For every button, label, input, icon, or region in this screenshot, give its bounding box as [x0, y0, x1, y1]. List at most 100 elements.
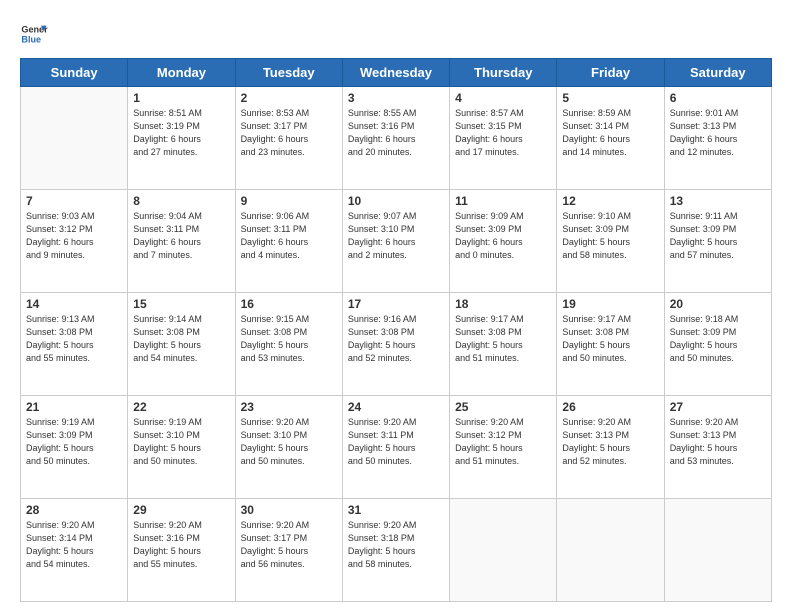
day-number: 12: [562, 194, 658, 208]
calendar-week-row: 28 Sunrise: 9:20 AM Sunset: 3:14 PM Dayli…: [21, 499, 772, 602]
day-number: 5: [562, 91, 658, 105]
day-info: Sunrise: 8:53 AM Sunset: 3:17 PM Dayligh…: [241, 107, 337, 159]
day-info: Sunrise: 9:04 AM Sunset: 3:11 PM Dayligh…: [133, 210, 229, 262]
day-info: Sunrise: 9:20 AM Sunset: 3:14 PM Dayligh…: [26, 519, 122, 571]
day-number: 22: [133, 400, 229, 414]
day-info: Sunrise: 9:20 AM Sunset: 3:12 PM Dayligh…: [455, 416, 551, 468]
day-info: Sunrise: 9:03 AM Sunset: 3:12 PM Dayligh…: [26, 210, 122, 262]
day-number: 24: [348, 400, 444, 414]
calendar-day-cell: 14Sunrise: 9:13 AM Sunset: 3:08 PM Dayli…: [21, 293, 128, 396]
calendar-day-cell: 31Sunrise: 9:20 AM Sunset: 3:18 PM Dayli…: [342, 499, 449, 602]
calendar-day-cell: 28 Sunrise: 9:20 AM Sunset: 3:14 PM Dayli…: [21, 499, 128, 602]
day-number: 17: [348, 297, 444, 311]
calendar-day-cell: 24 Sunrise: 9:20 AM Sunset: 3:11 PM Dayli…: [342, 396, 449, 499]
calendar-day-cell: 22Sunrise: 9:19 AM Sunset: 3:10 PM Dayli…: [128, 396, 235, 499]
calendar-day-cell: 3 Sunrise: 8:55 AM Sunset: 3:16 PM Daylig…: [342, 87, 449, 190]
day-info: Sunrise: 9:06 AM Sunset: 3:11 PM Dayligh…: [241, 210, 337, 262]
day-number: 13: [670, 194, 766, 208]
logo-icon: General Blue: [20, 20, 48, 48]
day-info: Sunrise: 8:55 AM Sunset: 3:16 PM Dayligh…: [348, 107, 444, 159]
calendar-day-cell: 9 Sunrise: 9:06 AM Sunset: 3:11 PM Daylig…: [235, 190, 342, 293]
day-info: Sunrise: 9:16 AM Sunset: 3:08 PM Dayligh…: [348, 313, 444, 365]
day-info: Sunrise: 9:17 AM Sunset: 3:08 PM Dayligh…: [562, 313, 658, 365]
calendar-day-cell: 29 Sunrise: 9:20 AM Sunset: 3:16 PM Dayli…: [128, 499, 235, 602]
calendar-day-cell: 21 Sunrise: 9:19 AM Sunset: 3:09 PM Dayli…: [21, 396, 128, 499]
weekday-header-cell: Sunday: [21, 59, 128, 87]
day-number: 7: [26, 194, 122, 208]
calendar-day-cell: 8 Sunrise: 9:04 AM Sunset: 3:11 PM Daylig…: [128, 190, 235, 293]
day-info: Sunrise: 8:51 AM Sunset: 3:19 PM Dayligh…: [133, 107, 229, 159]
day-info: Sunrise: 8:57 AM Sunset: 3:15 PM Dayligh…: [455, 107, 551, 159]
day-number: 10: [348, 194, 444, 208]
calendar-week-row: 14Sunrise: 9:13 AM Sunset: 3:08 PM Dayli…: [21, 293, 772, 396]
calendar-day-cell: 15 Sunrise: 9:14 AM Sunset: 3:08 PM Dayli…: [128, 293, 235, 396]
calendar-day-cell: 5Sunrise: 8:59 AM Sunset: 3:14 PM Daylig…: [557, 87, 664, 190]
svg-text:Blue: Blue: [21, 34, 41, 44]
day-number: 1: [133, 91, 229, 105]
calendar-day-cell: [664, 499, 771, 602]
calendar-week-row: 21 Sunrise: 9:19 AM Sunset: 3:09 PM Dayli…: [21, 396, 772, 499]
day-info: Sunrise: 9:07 AM Sunset: 3:10 PM Dayligh…: [348, 210, 444, 262]
day-number: 8: [133, 194, 229, 208]
calendar-day-cell: 19 Sunrise: 9:17 AM Sunset: 3:08 PM Dayli…: [557, 293, 664, 396]
day-number: 3: [348, 91, 444, 105]
calendar-day-cell: 23Sunrise: 9:20 AM Sunset: 3:10 PM Dayli…: [235, 396, 342, 499]
day-info: Sunrise: 9:14 AM Sunset: 3:08 PM Dayligh…: [133, 313, 229, 365]
weekday-header-cell: Thursday: [450, 59, 557, 87]
day-number: 6: [670, 91, 766, 105]
calendar-day-cell: 16 Sunrise: 9:15 AM Sunset: 3:08 PM Dayli…: [235, 293, 342, 396]
day-number: 27: [670, 400, 766, 414]
day-number: 26: [562, 400, 658, 414]
day-number: 16: [241, 297, 337, 311]
calendar-day-cell: 1 Sunrise: 8:51 AM Sunset: 3:19 PM Daylig…: [128, 87, 235, 190]
calendar-day-cell: 11 Sunrise: 9:09 AM Sunset: 3:09 PM Dayli…: [450, 190, 557, 293]
day-number: 25: [455, 400, 551, 414]
calendar-table: SundayMondayTuesdayWednesdayThursdayFrid…: [20, 58, 772, 602]
day-info: Sunrise: 9:01 AM Sunset: 3:13 PM Dayligh…: [670, 107, 766, 159]
day-number: 11: [455, 194, 551, 208]
calendar-day-cell: 6 Sunrise: 9:01 AM Sunset: 3:13 PM Daylig…: [664, 87, 771, 190]
day-number: 4: [455, 91, 551, 105]
day-number: 9: [241, 194, 337, 208]
calendar-day-cell: [21, 87, 128, 190]
calendar-day-cell: 13Sunrise: 9:11 AM Sunset: 3:09 PM Dayli…: [664, 190, 771, 293]
day-number: 31: [348, 503, 444, 517]
day-info: Sunrise: 9:09 AM Sunset: 3:09 PM Dayligh…: [455, 210, 551, 262]
day-number: 18: [455, 297, 551, 311]
day-info: Sunrise: 9:18 AM Sunset: 3:09 PM Dayligh…: [670, 313, 766, 365]
day-number: 21: [26, 400, 122, 414]
weekday-header-cell: Friday: [557, 59, 664, 87]
day-info: Sunrise: 9:20 AM Sunset: 3:13 PM Dayligh…: [670, 416, 766, 468]
calendar-day-cell: 4 Sunrise: 8:57 AM Sunset: 3:15 PM Daylig…: [450, 87, 557, 190]
day-info: Sunrise: 9:20 AM Sunset: 3:16 PM Dayligh…: [133, 519, 229, 571]
day-number: 19: [562, 297, 658, 311]
weekday-header-cell: Wednesday: [342, 59, 449, 87]
calendar-day-cell: 27 Sunrise: 9:20 AM Sunset: 3:13 PM Dayli…: [664, 396, 771, 499]
page: General Blue SundayMondayTuesdayWednesda…: [0, 0, 792, 612]
header: General Blue: [20, 20, 772, 48]
weekday-header-cell: Monday: [128, 59, 235, 87]
logo: General Blue: [20, 20, 48, 48]
calendar-body: 1 Sunrise: 8:51 AM Sunset: 3:19 PM Daylig…: [21, 87, 772, 602]
day-info: Sunrise: 9:15 AM Sunset: 3:08 PM Dayligh…: [241, 313, 337, 365]
calendar-day-cell: 12Sunrise: 9:10 AM Sunset: 3:09 PM Dayli…: [557, 190, 664, 293]
day-info: Sunrise: 9:20 AM Sunset: 3:10 PM Dayligh…: [241, 416, 337, 468]
calendar-week-row: 7 Sunrise: 9:03 AM Sunset: 3:12 PM Daylig…: [21, 190, 772, 293]
calendar-day-cell: [557, 499, 664, 602]
calendar-day-cell: 26 Sunrise: 9:20 AM Sunset: 3:13 PM Dayli…: [557, 396, 664, 499]
day-info: Sunrise: 9:19 AM Sunset: 3:09 PM Dayligh…: [26, 416, 122, 468]
day-number: 15: [133, 297, 229, 311]
day-info: Sunrise: 9:13 AM Sunset: 3:08 PM Dayligh…: [26, 313, 122, 365]
calendar-day-cell: 25 Sunrise: 9:20 AM Sunset: 3:12 PM Dayli…: [450, 396, 557, 499]
weekday-header-cell: Tuesday: [235, 59, 342, 87]
weekday-header-row: SundayMondayTuesdayWednesdayThursdayFrid…: [21, 59, 772, 87]
day-info: Sunrise: 9:20 AM Sunset: 3:13 PM Dayligh…: [562, 416, 658, 468]
day-info: Sunrise: 9:20 AM Sunset: 3:11 PM Dayligh…: [348, 416, 444, 468]
day-number: 28: [26, 503, 122, 517]
day-info: Sunrise: 9:17 AM Sunset: 3:08 PM Dayligh…: [455, 313, 551, 365]
day-number: 29: [133, 503, 229, 517]
calendar-day-cell: 2Sunrise: 8:53 AM Sunset: 3:17 PM Daylig…: [235, 87, 342, 190]
calendar-day-cell: [450, 499, 557, 602]
calendar-day-cell: 20Sunrise: 9:18 AM Sunset: 3:09 PM Dayli…: [664, 293, 771, 396]
calendar-day-cell: 30Sunrise: 9:20 AM Sunset: 3:17 PM Dayli…: [235, 499, 342, 602]
